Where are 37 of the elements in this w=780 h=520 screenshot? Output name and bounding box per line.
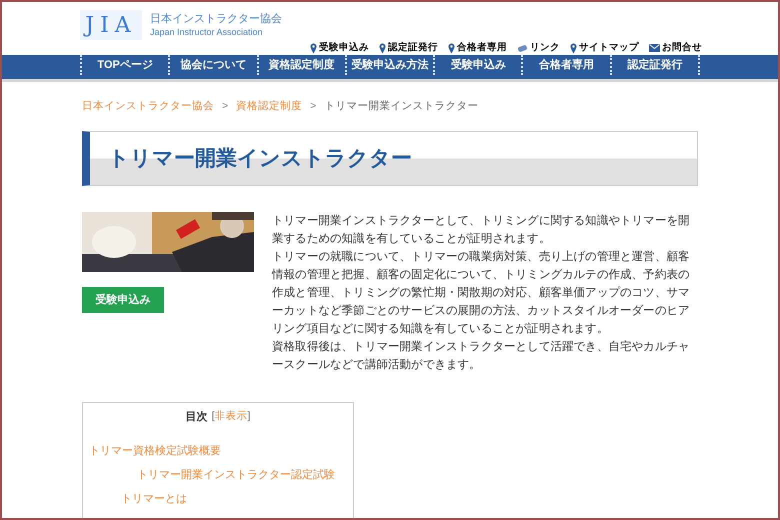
- pin-icon: [570, 42, 577, 54]
- site-name-english: Japan Instructor Association: [150, 26, 264, 38]
- toc-title: 目次: [186, 410, 208, 425]
- header-link[interactable]: 合格者専用: [448, 41, 507, 56]
- nav-item[interactable]: TOPページ: [82, 55, 170, 76]
- breadcrumb-separator: >: [310, 99, 316, 114]
- mail-icon: [649, 44, 660, 52]
- header-link[interactable]: リンク: [517, 41, 560, 56]
- logo[interactable]: JIA: [80, 10, 142, 40]
- header-link-label: 合格者専用: [457, 41, 507, 55]
- description-paragraph: トリマーの就職について、トリマーの職業病対策、売り上げの管理と運営、顧客情報の管理と把握、顧客の固定化について、トリミングカルテの作成、予約表の作成と管理、トリミングの繁忙期・閑散期の対応、顧客単価アップのコツ、サマーカットなど季節ごとのサービスの展開の方法、カットスタイルオーダーのヒアリング項目などに関する知識を有していることが証明されます。: [272, 249, 691, 337]
- nav-item[interactable]: 協会について: [170, 55, 259, 76]
- pin-icon: [310, 42, 317, 54]
- breadcrumb-separator: >: [222, 99, 228, 114]
- nav-item[interactable]: 合格者専用: [523, 55, 612, 76]
- site-name: 日本インストラクター協会: [150, 12, 282, 26]
- header-link-label: 受験申込み: [319, 41, 369, 55]
- header-link[interactable]: お問合せ: [649, 41, 702, 56]
- description-paragraph: 資格取得後は、トリマー開業インストラクターとして活躍でき、自宅やカルチャースクールなどで講師活動ができます。: [272, 339, 691, 373]
- page-title: トリマー開業インストラクター: [108, 146, 412, 172]
- header-link-label: お問合せ: [662, 41, 702, 55]
- header-link-label: 認定証発行: [388, 41, 438, 55]
- nav-item[interactable]: 認定証発行: [612, 55, 700, 76]
- pin-icon: [379, 42, 386, 54]
- nav-item[interactable]: 受験申込み方法: [346, 55, 436, 76]
- header-link[interactable]: 認定証発行: [379, 41, 438, 56]
- header-link[interactable]: サイトマップ: [570, 41, 639, 56]
- bracket: [: [212, 409, 214, 424]
- header-link[interactable]: 受験申込み: [310, 41, 369, 56]
- nav-item[interactable]: 資格認定制度: [258, 55, 347, 76]
- nav-item[interactable]: 受験申込み: [435, 55, 524, 76]
- pin-icon: [448, 42, 455, 54]
- header-link-label: リンク: [530, 41, 560, 55]
- header-link-label: サイトマップ: [579, 41, 639, 55]
- description-paragraph: トリマー開業インストラクターとして、トリミングに関する知識やトリマーを開業するための知識を有していることが証明されます。: [272, 214, 691, 247]
- current-page-title: トリマー開業インストラクター: [324, 99, 478, 114]
- bracket: ]: [248, 409, 250, 424]
